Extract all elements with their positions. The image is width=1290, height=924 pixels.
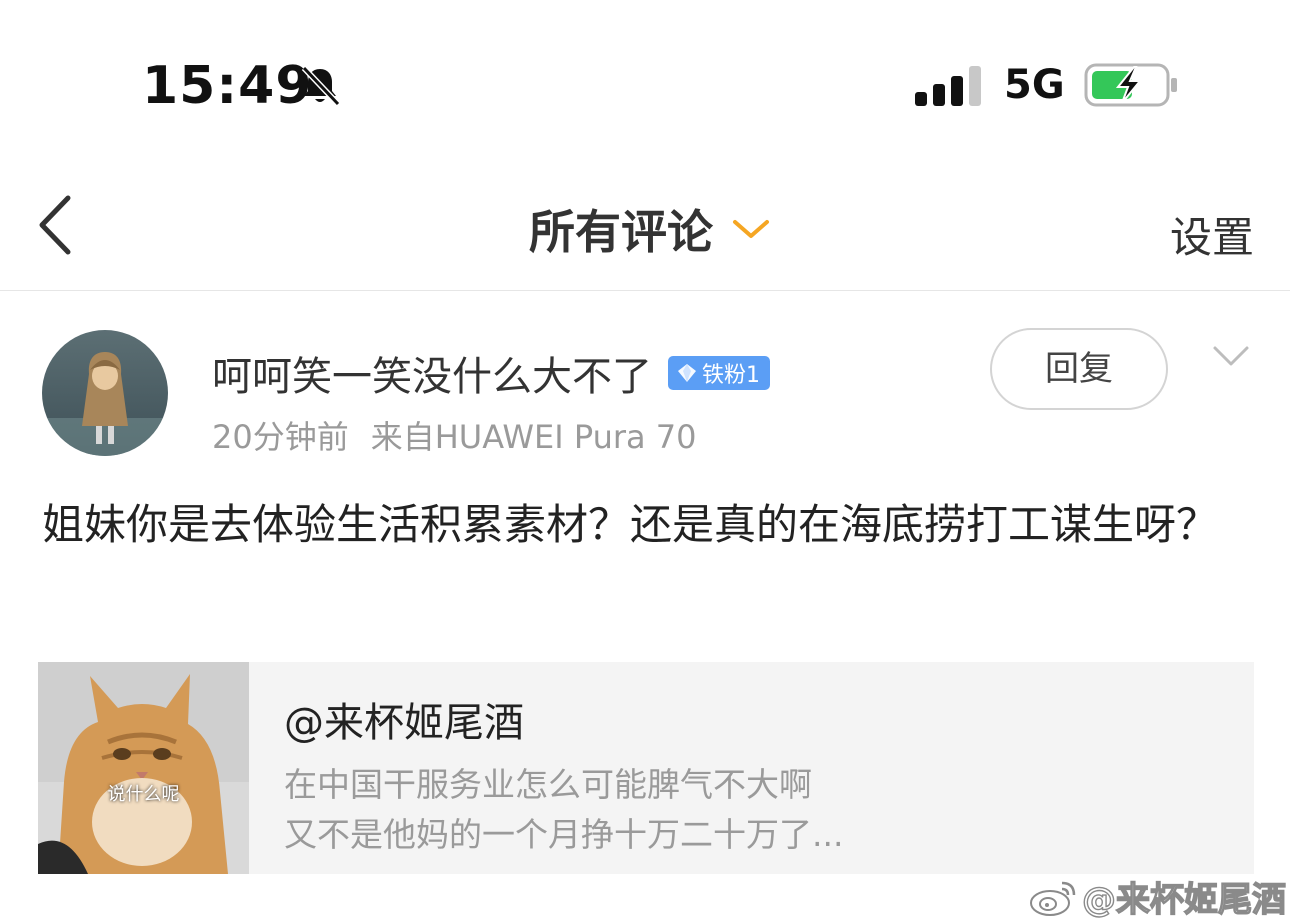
comment-meta: 20分钟前 来自HUAWEI Pura 70 bbox=[212, 412, 697, 458]
chevron-down-icon bbox=[733, 220, 769, 238]
weibo-logo-icon bbox=[1030, 881, 1076, 916]
quoted-text-line: 在中国干服务业怎么可能脾气不大啊 bbox=[284, 765, 812, 804]
weibo-watermark: @来杯姬尾酒 bbox=[1028, 872, 1287, 921]
comment-header: 呵呵笑一笑没什么大不了 铁粉1 bbox=[212, 344, 770, 402]
battery-charging-icon bbox=[1084, 63, 1177, 107]
avatar[interactable] bbox=[42, 330, 168, 456]
quoted-post-card[interactable]: 说什么呢 @来杯姬尾酒 在中国干服务业怎么可能脾气不大啊 又不是他妈的一个月挣十… bbox=[38, 662, 1254, 874]
username[interactable]: 呵呵笑一笑没什么大不了 bbox=[212, 344, 652, 402]
thumbnail-caption: 说什么呢 bbox=[107, 784, 180, 805]
quoted-author[interactable]: @来杯姬尾酒 bbox=[284, 690, 524, 748]
avatar-image bbox=[42, 330, 168, 456]
settings-button[interactable]: 设置 bbox=[1170, 204, 1254, 265]
status-bar: 15:49 5G bbox=[0, 0, 1290, 150]
diamond-icon bbox=[678, 364, 696, 382]
network-type: 5G bbox=[1004, 62, 1065, 108]
quoted-text-line: 又不是他妈的一个月挣十万二十万了... bbox=[284, 815, 844, 854]
comment-time: 20分钟前 bbox=[212, 418, 349, 456]
chevron-down-icon[interactable] bbox=[1212, 344, 1250, 370]
fan-badge[interactable]: 铁粉1 bbox=[668, 356, 770, 390]
reply-button[interactable]: 回复 bbox=[990, 328, 1168, 410]
cat-image bbox=[38, 662, 249, 874]
nav-bar: 所有评论 设置 bbox=[0, 170, 1290, 291]
comment-source: 来自HUAWEI Pura 70 bbox=[370, 418, 697, 456]
quoted-post-thumbnail: 说什么呢 bbox=[38, 662, 249, 874]
comment-filter-dropdown[interactable]: 所有评论 bbox=[0, 196, 1290, 262]
cellular-signal-icon bbox=[915, 64, 985, 106]
status-time: 15:49 bbox=[142, 56, 313, 116]
watermark-text: @来杯姬尾酒 bbox=[1081, 879, 1286, 920]
fan-badge-label: 铁粉1 bbox=[702, 363, 760, 388]
comment-body: 姐妹你是去体验生活积累素材？还是真的在海底捞打工谋生呀？ bbox=[42, 500, 1219, 549]
bell-off-icon bbox=[301, 65, 341, 107]
page-title: 所有评论 bbox=[529, 205, 713, 259]
